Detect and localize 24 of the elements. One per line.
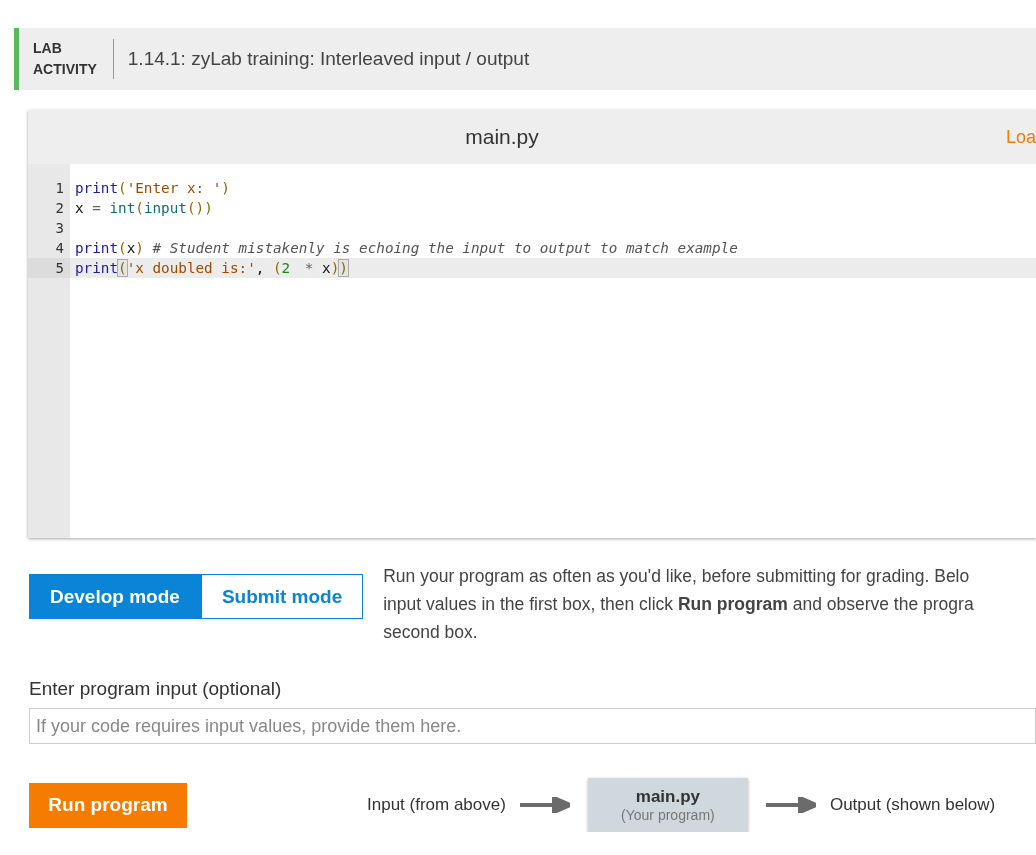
input-source-label: Input (from above) xyxy=(367,795,506,815)
line-number: 4 xyxy=(54,239,65,258)
input-label: Enter program input (optional) xyxy=(29,678,283,700)
code-line: print(x) # Student mistakenly is echoing the input to output to match example xyxy=(74,239,739,258)
mode-tab[interactable]: Submit mode xyxy=(200,574,364,619)
line-number: 3 xyxy=(54,219,65,238)
right-arrow-icon xyxy=(519,797,570,813)
file-name: main.py xyxy=(465,125,539,149)
program-caption: (Your program) xyxy=(621,807,715,823)
program-input-field[interactable]: If your code requires input values, provide them here. xyxy=(29,708,1036,744)
right-arrow-icon xyxy=(765,797,816,813)
line-number: 5 xyxy=(28,258,70,278)
load-link[interactable]: Loa xyxy=(1005,126,1036,148)
activity-title: 1.14.1: zyLab training: Interleaved input / output xyxy=(126,48,530,70)
code-line: print('Enter x: ') xyxy=(74,179,231,198)
run-program-button[interactable]: Run program xyxy=(29,782,187,828)
line-number: 1 xyxy=(54,179,65,198)
line-number: 2 xyxy=(54,199,65,218)
code-line: x = int(input()) xyxy=(74,199,214,218)
instructions-text: Run your program as often as you'd like, before submitting for grading. Belo input values in the first box, then click Run program and observe the progra second box. xyxy=(383,565,974,644)
mode-tab[interactable]: Develop mode xyxy=(29,574,201,619)
program-name: main.py xyxy=(635,787,701,807)
lab-activity-label: LAB ACTIVITY xyxy=(32,39,98,79)
output-label: Output (shown below) xyxy=(829,795,996,815)
